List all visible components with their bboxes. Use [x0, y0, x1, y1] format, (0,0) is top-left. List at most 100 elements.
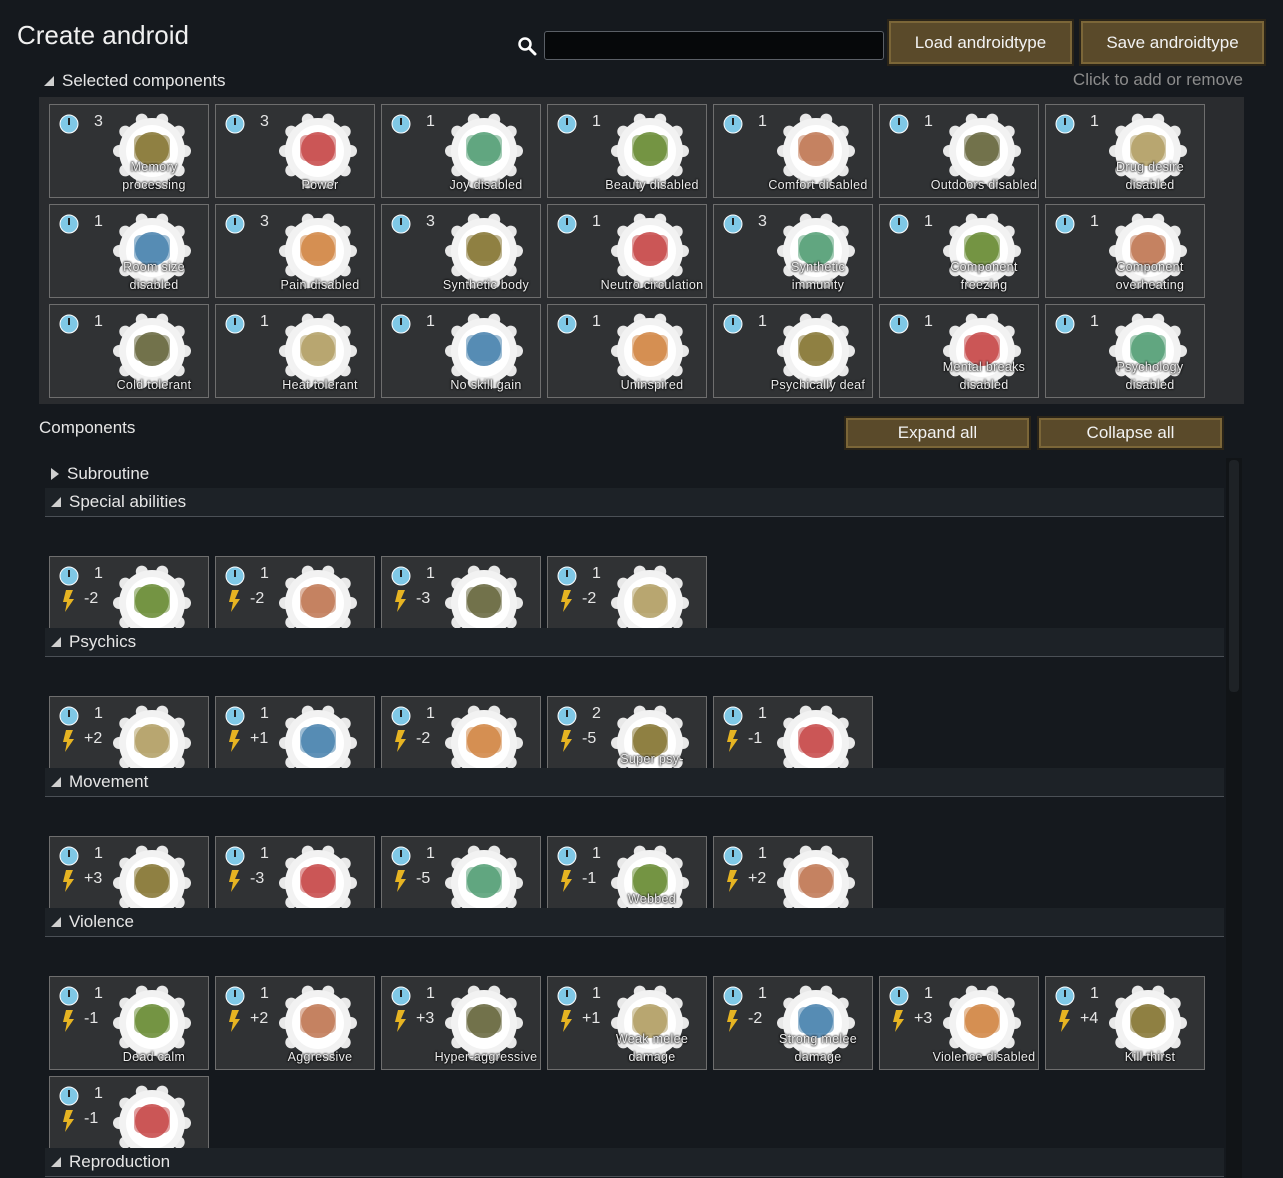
complexity-value: 1: [1090, 985, 1099, 1002]
complexity-value: 3: [260, 113, 269, 130]
power-bolt-icon: [228, 590, 242, 617]
power-bolt-icon: [62, 1010, 76, 1037]
component-tile[interactable]: 1 +3 Hyper-aggressive: [381, 976, 541, 1070]
complexity-clock-icon: [557, 846, 577, 871]
component-tile[interactable]: 1 +1 Weak melee damage: [547, 976, 707, 1070]
component-label: Synthetic body: [442, 278, 530, 292]
complexity-clock-icon: [225, 114, 245, 139]
complexity-clock-icon: [723, 986, 743, 1011]
search-input[interactable]: [544, 31, 884, 60]
collapse-all-button[interactable]: Collapse all: [1037, 416, 1224, 450]
power-value: -2: [582, 590, 597, 607]
component-tile[interactable]: 3 Power: [215, 104, 375, 198]
power-value: +3: [914, 1010, 933, 1027]
component-tile[interactable]: 1 Comfort disabled: [713, 104, 873, 198]
component-tile[interactable]: 1 -2 Strong melee damage: [713, 976, 873, 1070]
category-header[interactable]: Movement: [45, 768, 1224, 797]
component-label: Aggressive: [287, 1050, 353, 1064]
power-value: +1: [582, 1010, 601, 1027]
component-tile[interactable]: 1 Mental breaks disabled: [879, 304, 1039, 398]
complexity-clock-icon: [59, 314, 79, 339]
component-tile[interactable]: 1 +3 Violence disabled: [879, 976, 1039, 1070]
complexity-value: 1: [758, 113, 767, 130]
component-tile[interactable]: 1 Heat tolerant: [215, 304, 375, 398]
component-tile[interactable]: 1 -1 Dead calm: [49, 976, 209, 1070]
power-bolt-icon: [62, 590, 76, 617]
complexity-clock-icon: [59, 846, 79, 871]
component-tile[interactable]: 3 Pain disabled: [215, 204, 375, 298]
power-bolt-icon: [62, 1110, 76, 1137]
complexity-clock-icon: [225, 986, 245, 1011]
category-header[interactable]: Violence: [45, 908, 1224, 937]
category-header[interactable]: Special abilities: [45, 488, 1224, 517]
component-tile[interactable]: 1 No skill gain: [381, 304, 541, 398]
component-tile[interactable]: 1 Beauty disabled: [547, 104, 707, 198]
power-value: +4: [1080, 1010, 1099, 1027]
component-tile[interactable]: 1 Psychically deaf: [713, 304, 873, 398]
component-label: Power: [301, 178, 339, 192]
expand-all-button[interactable]: Expand all: [844, 416, 1031, 450]
complexity-value: 1: [758, 705, 767, 722]
complexity-value: 1: [426, 985, 435, 1002]
complexity-clock-icon: [225, 314, 245, 339]
power-bolt-icon: [228, 870, 242, 897]
power-bolt-icon: [1058, 1010, 1072, 1037]
complexity-clock-icon: [889, 314, 909, 339]
category-name: Subroutine: [67, 464, 150, 483]
complexity-clock-icon: [391, 846, 411, 871]
load-androidtype-button[interactable]: Load androidtype: [887, 19, 1074, 66]
component-tile[interactable]: 1 Component freezing: [879, 204, 1039, 298]
component-tile[interactable]: 1 Uninspired: [547, 304, 707, 398]
power-bolt-icon: [394, 1010, 408, 1037]
power-bolt-icon: [228, 730, 242, 757]
components-title: Components: [39, 418, 136, 437]
power-value: -2: [250, 590, 265, 607]
power-bolt-icon: [560, 870, 574, 897]
scrollbar-thumb[interactable]: [1229, 460, 1239, 692]
component-tile[interactable]: 1 Cold tolerant: [49, 304, 209, 398]
complexity-clock-icon: [723, 846, 743, 871]
complexity-clock-icon: [889, 114, 909, 139]
expand-triangle-icon: [51, 468, 59, 480]
power-value: +2: [250, 1010, 269, 1027]
component-label: Mental breaks disabled: [942, 360, 1026, 392]
complexity-value: 1: [94, 1085, 103, 1102]
component-tile[interactable]: 1 Room size disabled: [49, 204, 209, 298]
complexity-value: 1: [1090, 113, 1099, 130]
power-value: -2: [416, 730, 431, 747]
component-tile[interactable]: 1 Outdoors disabled: [879, 104, 1039, 198]
component-tile[interactable]: 1 Neutro circulation: [547, 204, 707, 298]
category-header[interactable]: Reproduction: [45, 1148, 1224, 1177]
component-tile[interactable]: 3 Synthetic immunity: [713, 204, 873, 298]
complexity-value: 1: [924, 213, 933, 230]
complexity-value: 1: [94, 565, 103, 582]
complexity-value: 1: [1090, 313, 1099, 330]
component-tile[interactable]: 1 Component overheating: [1045, 204, 1205, 298]
component-tile[interactable]: 1 Psychology disabled: [1045, 304, 1205, 398]
complexity-clock-icon: [59, 566, 79, 591]
power-value: +2: [748, 870, 767, 887]
complexity-value: 3: [758, 213, 767, 230]
power-bolt-icon: [228, 1010, 242, 1037]
component-tile[interactable]: 3 Synthetic body: [381, 204, 541, 298]
component-tile[interactable]: 1 Joy disabled: [381, 104, 541, 198]
component-label: Psychology disabled: [1116, 360, 1184, 392]
complexity-value: 1: [924, 113, 933, 130]
component-tile[interactable]: 1 +2 Aggressive: [215, 976, 375, 1070]
complexity-clock-icon: [723, 314, 743, 339]
component-tile[interactable]: 3 Memory processing: [49, 104, 209, 198]
category-header[interactable]: Subroutine: [45, 460, 1224, 488]
component-label: Component freezing: [950, 260, 1018, 292]
save-androidtype-button[interactable]: Save androidtype: [1079, 19, 1266, 66]
power-bolt-icon: [560, 730, 574, 757]
component-tile[interactable]: 1 Drug desire disabled: [1045, 104, 1205, 198]
selected-hint: Click to add or remove: [1072, 70, 1243, 89]
power-value: +3: [84, 870, 103, 887]
category-header[interactable]: Psychics: [45, 628, 1224, 657]
selected-components-header[interactable]: Selected components: [44, 71, 226, 91]
component-label: Strong melee damage: [779, 1032, 857, 1064]
complexity-clock-icon: [225, 214, 245, 239]
power-value: -2: [84, 590, 99, 607]
component-tile[interactable]: 1 +4 Kill thirst: [1045, 976, 1205, 1070]
component-label: Cold tolerant: [116, 378, 192, 392]
